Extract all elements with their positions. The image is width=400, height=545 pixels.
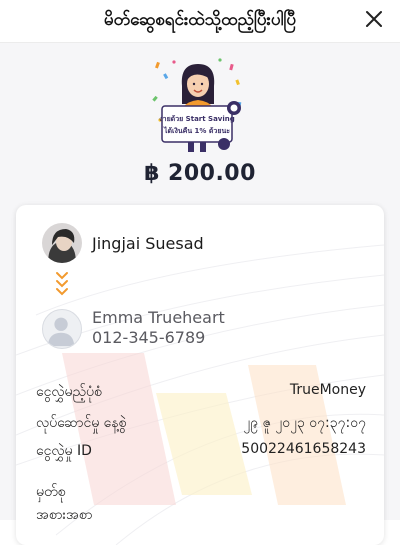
close-button[interactable] (364, 9, 384, 29)
chevron-double-down-icon (54, 269, 70, 299)
banner-line-2: ได้เงินคืน 1% ด้วยนะ (163, 126, 230, 135)
page-title: မိတ်ဆွေစရင်းထဲသို့ထည့်ပြီးပါပြီ (103, 10, 297, 30)
transfer-amount: ฿ 200.00 (144, 161, 256, 186)
banner-line-1: ง่ายด้วย Start Saving (159, 114, 235, 123)
sender-avatar (42, 223, 82, 263)
close-icon (366, 11, 382, 27)
header-bar: မိတ်ဆွေစရင်းထဲသို့ထည့်ပြီးပါပြီ (0, 0, 400, 43)
promo-illustration[interactable]: ง่ายด้วย Start Saving ได้เงินคืน 1% ด้วย… (150, 56, 244, 154)
sender-name: Jingjai Suesad (92, 234, 204, 253)
transaction-id-value[interactable]: 50022461658243 (241, 441, 366, 457)
transaction-date-value: ၂၉ ဇူ ၂၀၂၃ ၀၇:၃၇:၀၇ (243, 415, 366, 431)
default-user-icon (42, 309, 82, 349)
recipient-phone: 012-345-6789 (92, 328, 206, 347)
payment-method-label: ငွေလွှဲမည့်ပုံစံ (36, 384, 102, 400)
note-label: မှတ်စု (36, 484, 66, 500)
transaction-card: Jingjai Suesad Emma Trueheart 012-345-67… (16, 205, 384, 545)
recipient-name: Emma Trueheart (92, 308, 225, 327)
note-category: အစားအစာ (36, 507, 93, 523)
transaction-id-label: ငွေလွှဲမှု ID (36, 443, 92, 459)
transaction-date-label: လုပ်ဆောင်မှု နေ့စွဲ (36, 415, 127, 431)
payment-method-value: TrueMoney (289, 382, 366, 398)
